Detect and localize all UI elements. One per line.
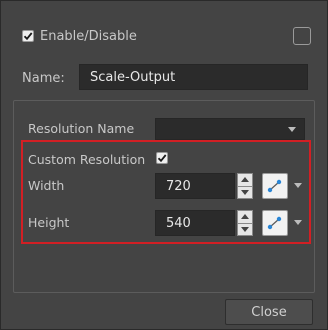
resolution-name-label: Resolution Name (28, 121, 135, 136)
close-button[interactable]: Close (225, 299, 313, 325)
node-editor-panel: Enable/Disable Name: Scale-Output Resolu… (0, 0, 328, 330)
enable-checkbox[interactable] (22, 30, 34, 42)
check-icon (23, 32, 33, 41)
width-value: 720 (166, 178, 191, 194)
close-label: Close (251, 304, 287, 320)
name-input[interactable]: Scale-Output (79, 64, 308, 90)
name-value: Scale-Output (90, 69, 176, 85)
height-input[interactable]: 540 (155, 210, 235, 236)
spin-up-icon[interactable] (238, 211, 252, 223)
height-value: 540 (166, 215, 191, 231)
width-input[interactable]: 720 (155, 173, 235, 199)
resolution-name-dropdown[interactable] (155, 118, 305, 140)
spin-down-icon[interactable] (238, 222, 252, 236)
width-label: Width (28, 178, 65, 193)
height-label: Height (28, 215, 70, 230)
spin-down-icon[interactable] (238, 185, 252, 199)
height-link-button[interactable] (262, 210, 288, 236)
enable-label: Enable/Disable (40, 29, 137, 44)
link-icon (267, 216, 282, 230)
check-icon (157, 154, 167, 163)
color-swatch-box[interactable] (293, 27, 311, 45)
width-link-button[interactable] (262, 173, 288, 199)
height-spinner[interactable] (237, 210, 253, 236)
link-icon (267, 179, 282, 193)
custom-resolution-checkbox[interactable] (156, 152, 168, 164)
chevron-down-icon (288, 127, 296, 132)
width-spinner[interactable] (237, 173, 253, 199)
name-label: Name: (22, 71, 65, 86)
spin-up-icon[interactable] (238, 174, 252, 186)
chevron-down-icon[interactable] (294, 220, 302, 225)
chevron-down-icon[interactable] (294, 183, 302, 188)
custom-resolution-label: Custom Resolution (28, 152, 146, 167)
